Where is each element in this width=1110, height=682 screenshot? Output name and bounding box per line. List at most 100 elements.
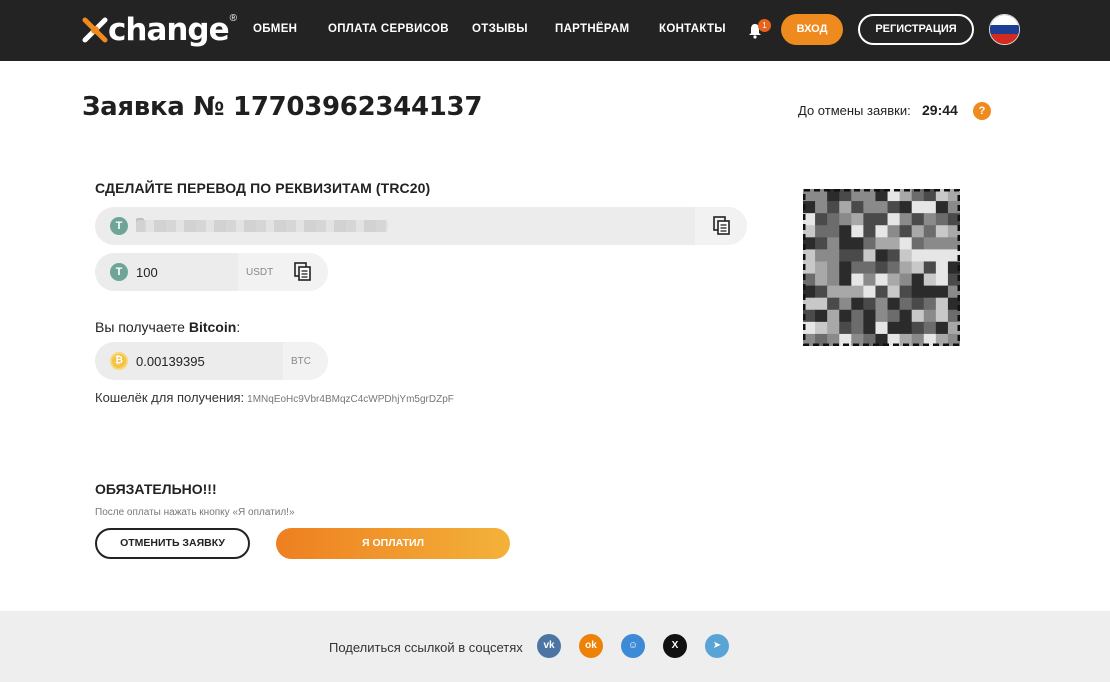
qr-cell bbox=[899, 225, 913, 238]
qr-cell bbox=[923, 249, 937, 262]
qr-cell bbox=[899, 201, 913, 214]
qr-cell bbox=[911, 297, 925, 311]
qr-cell bbox=[911, 213, 925, 226]
qr-cell bbox=[863, 249, 876, 262]
nav-exchange[interactable]: ОБМЕН bbox=[253, 23, 297, 35]
qr-cell bbox=[911, 201, 925, 214]
tether-icon bbox=[110, 217, 128, 235]
qr-cell bbox=[899, 237, 913, 250]
qr-cell bbox=[935, 309, 949, 323]
qr-cell bbox=[851, 321, 864, 335]
qr-cell bbox=[887, 201, 901, 214]
telegram-icon[interactable]: ➤ bbox=[705, 634, 729, 658]
cancel-order-button[interactable]: ОТМЕНИТЬ ЗАЯВКУ bbox=[95, 528, 250, 559]
qr-cell bbox=[851, 309, 864, 323]
moimir-icon[interactable]: ☺ bbox=[621, 634, 645, 658]
odnoklassniki-icon[interactable]: ok bbox=[579, 634, 603, 658]
x-icon[interactable]: X bbox=[663, 634, 687, 658]
qr-cell bbox=[827, 285, 840, 299]
send-amount-value: 100 bbox=[136, 265, 158, 280]
receive-label-suffix: : bbox=[236, 319, 241, 335]
qr-cell bbox=[923, 309, 937, 323]
receive-currency-name: Bitcoin bbox=[188, 319, 237, 335]
qr-cell bbox=[839, 321, 852, 335]
qr-cell bbox=[899, 309, 913, 323]
qr-cell bbox=[887, 285, 901, 299]
tether-icon bbox=[110, 263, 128, 281]
bitcoin-icon bbox=[110, 352, 128, 370]
qr-cell bbox=[863, 309, 876, 323]
site-logo[interactable]: change ® bbox=[82, 12, 237, 48]
qr-code bbox=[803, 189, 960, 346]
receive-amount-field: 0.00139395 BTC bbox=[95, 342, 328, 380]
qr-cell bbox=[827, 309, 840, 323]
qr-cell bbox=[875, 225, 889, 238]
send-amount-unit: USDT bbox=[246, 267, 274, 278]
qr-cell bbox=[875, 249, 889, 262]
site-header: change ® ОБМЕН ОПЛАТА СЕРВИСОВ ОТЗЫВЫ ПА… bbox=[0, 0, 1110, 61]
qr-cell bbox=[935, 237, 949, 250]
qr-cell bbox=[875, 237, 889, 250]
nav-reviews[interactable]: ОТЗЫВЫ bbox=[472, 23, 528, 35]
qr-cell bbox=[827, 321, 840, 335]
qr-cell bbox=[827, 225, 840, 238]
qr-cell bbox=[899, 285, 913, 299]
qr-cell bbox=[851, 297, 864, 311]
nav-contacts[interactable]: КОНТАКТЫ bbox=[659, 23, 726, 35]
vk-icon[interactable]: vk bbox=[537, 634, 561, 658]
qr-cell bbox=[863, 285, 876, 299]
qr-cell bbox=[863, 321, 876, 335]
qr-cell bbox=[863, 201, 876, 214]
qr-cell bbox=[839, 297, 852, 311]
qr-cell bbox=[863, 225, 876, 238]
help-icon[interactable]: ? bbox=[973, 102, 991, 120]
nav-services-payment[interactable]: ОПЛАТА СЕРВИСОВ bbox=[328, 23, 449, 35]
qr-cell bbox=[815, 297, 828, 311]
qr-cell bbox=[899, 273, 913, 287]
qr-cell bbox=[911, 285, 925, 299]
qr-cell bbox=[935, 285, 949, 299]
qr-cell bbox=[923, 285, 937, 299]
qr-cell bbox=[839, 225, 852, 238]
qr-cell bbox=[839, 285, 852, 299]
wallet-address: 1MNqEoHc9Vbr4BMqzC4cWPDhjYm5grDZpF bbox=[247, 394, 454, 405]
qr-cell bbox=[875, 261, 889, 275]
qr-cell bbox=[887, 297, 901, 311]
login-button[interactable]: ВХОД bbox=[781, 14, 843, 45]
register-button[interactable]: РЕГИСТРАЦИЯ bbox=[858, 14, 974, 45]
qr-cell bbox=[899, 297, 913, 311]
timer-value: 29:44 bbox=[922, 102, 958, 118]
copy-address-icon[interactable] bbox=[713, 216, 731, 235]
qr-cell bbox=[875, 309, 889, 323]
copy-amount-icon[interactable] bbox=[294, 262, 312, 281]
timer-label: До отмены заявки: bbox=[798, 103, 911, 118]
qr-cell bbox=[851, 261, 864, 275]
qr-cell bbox=[827, 201, 840, 214]
qr-cell bbox=[839, 309, 852, 323]
qr-cell bbox=[851, 249, 864, 262]
qr-cell bbox=[935, 249, 949, 262]
qr-cell bbox=[935, 297, 949, 311]
qr-cell bbox=[863, 261, 876, 275]
i-paid-button[interactable]: Я ОПЛАТИЛ bbox=[276, 528, 510, 559]
qr-cell bbox=[815, 213, 828, 226]
qr-cell bbox=[887, 213, 901, 226]
qr-cell bbox=[911, 273, 925, 287]
qr-cell bbox=[935, 225, 949, 238]
qr-cell bbox=[923, 213, 937, 226]
qr-cell bbox=[839, 237, 852, 250]
qr-cell bbox=[923, 273, 937, 287]
qr-cell bbox=[887, 273, 901, 287]
qr-cell bbox=[899, 213, 913, 226]
qr-cell bbox=[827, 249, 840, 262]
qr-cell bbox=[923, 321, 937, 335]
receive-amount-value: 0.00139395 bbox=[136, 354, 205, 369]
qr-cell bbox=[923, 237, 937, 250]
nav-partners[interactable]: ПАРТНЁРАМ bbox=[555, 23, 629, 35]
qr-cell bbox=[815, 225, 828, 238]
qr-cell bbox=[923, 201, 937, 214]
qr-cell bbox=[875, 273, 889, 287]
qr-cell bbox=[815, 237, 828, 250]
qr-cell bbox=[887, 321, 901, 335]
russia-flag-icon[interactable] bbox=[989, 14, 1020, 45]
